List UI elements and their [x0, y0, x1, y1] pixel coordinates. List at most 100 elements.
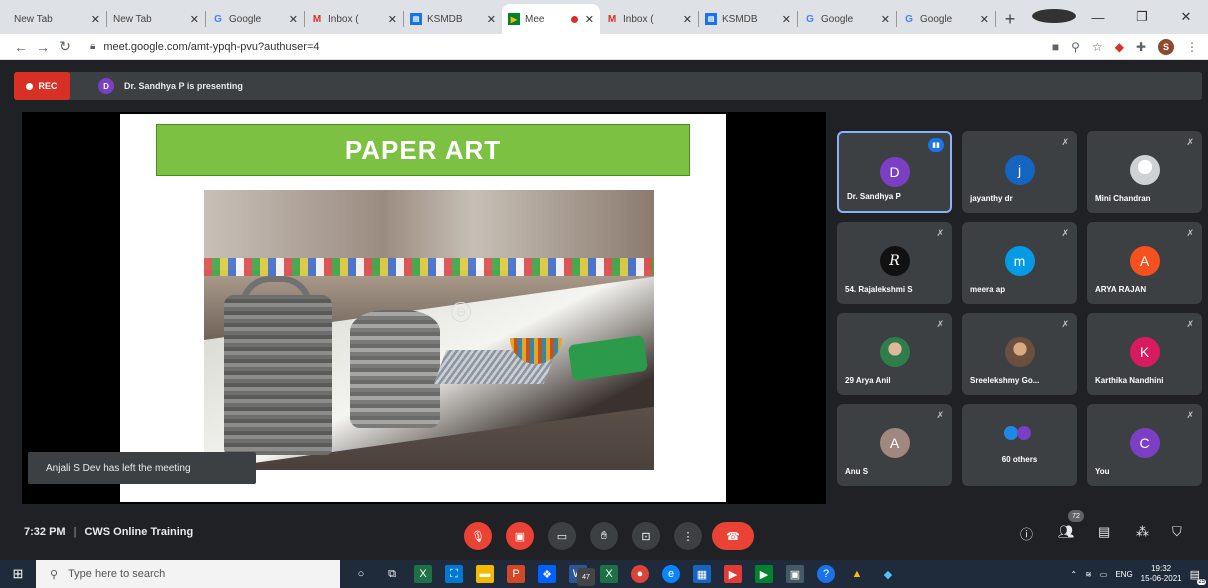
participant-tile[interactable]: ✗ R 54. Rajalekshmi S	[837, 222, 952, 304]
restore-icon[interactable]: ❐	[1120, 9, 1164, 25]
record-dot-icon	[26, 82, 34, 90]
close-icon[interactable]: ✕	[585, 13, 594, 26]
participant-tile[interactable]: ✗ A Anu S	[837, 404, 952, 486]
close-icon[interactable]: ✕	[91, 13, 100, 26]
camera-off-icon[interactable]: ▣	[506, 522, 534, 550]
powerpoint-icon[interactable]: P	[507, 565, 525, 583]
participant-tile[interactable]: ✗ Mini Chandran	[1087, 131, 1202, 213]
raise-hand-icon[interactable]: ✋︎	[590, 522, 618, 550]
forward-icon[interactable]: →	[32, 39, 54, 55]
dropbox-icon[interactable]: ❖	[538, 565, 556, 583]
more-options-icon[interactable]: ⋮	[674, 522, 702, 550]
participant-tile[interactable]: ✗ j jayanthy dr	[962, 131, 1077, 213]
chevron-up-icon[interactable]: ⌃	[1070, 570, 1077, 579]
mic-off-icon: ✗	[936, 319, 944, 329]
present-screen-icon[interactable]: ⊡	[632, 522, 660, 550]
clock-time: 19:32	[1151, 564, 1172, 573]
excel-icon[interactable]: X	[414, 565, 432, 583]
close-icon[interactable]: ✕	[881, 13, 890, 26]
browser-tab[interactable]: G Google ✕	[206, 4, 304, 34]
browser-tab[interactable]: G Google ✕	[798, 4, 896, 34]
participant-avatar: D	[879, 157, 910, 187]
battery-icon[interactable]: ▭	[1100, 570, 1108, 579]
browser-tab[interactable]: ▤ KSMDB ✕	[699, 4, 797, 34]
close-icon[interactable]: ✕	[388, 13, 397, 26]
excel-icon[interactable]: X	[600, 565, 618, 583]
close-icon[interactable]: ✕	[190, 13, 199, 26]
onenote-icon[interactable]: ▦	[693, 565, 711, 583]
notification-icon[interactable]: ▤ 25	[1190, 568, 1206, 585]
others-tile[interactable]: 60 others	[962, 404, 1077, 486]
edge-icon[interactable]: e	[662, 565, 680, 583]
store-icon[interactable]: ⛶	[445, 565, 463, 583]
close-icon[interactable]: ✕	[683, 13, 692, 26]
google-icon: G	[806, 13, 814, 25]
system-clock[interactable]: 19:32 15-06-2021	[1141, 564, 1182, 584]
profile-menu-icon[interactable]	[1032, 8, 1076, 26]
activities-icon[interactable]: ⁂	[1136, 524, 1149, 540]
word-icon[interactable]: W47	[569, 565, 595, 586]
browser-tab[interactable]: M Inbox (✕	[600, 4, 698, 34]
taskbar-badge: 47	[577, 568, 595, 586]
host-controls-icon[interactable]: ⛉	[1172, 524, 1182, 540]
reload-icon[interactable]: ↻	[54, 38, 76, 55]
browser-tab[interactable]: G Google ✕	[897, 4, 995, 34]
participant-tile[interactable]: ✗ m meera ap	[962, 222, 1077, 304]
youtube-icon[interactable]: ▶	[724, 565, 742, 583]
profile-avatar[interactable]: S	[1158, 38, 1174, 55]
taskbar-search[interactable]: ⚲ Type here to search	[36, 560, 340, 588]
chrome-icon[interactable]: ●	[631, 565, 649, 583]
star-icon[interactable]: ☆	[1092, 40, 1103, 54]
info-icon[interactable]: ⓘ	[1020, 524, 1033, 543]
back-icon[interactable]: ←	[10, 39, 32, 55]
browser-tab[interactable]: New Tab ✕	[8, 4, 106, 34]
minimize-icon[interactable]: —	[1076, 10, 1120, 25]
gmail-icon: M	[312, 13, 322, 25]
zoom-icon[interactable]: ⚲	[1071, 40, 1080, 54]
file-explorer-icon[interactable]: ▬	[476, 565, 494, 583]
people-icon[interactable]: 👥︎	[1058, 524, 1075, 540]
browser-tab[interactable]: New Tab ✕	[107, 4, 205, 34]
new-tab-button[interactable]: +	[996, 4, 1024, 34]
document-icon: ▤	[705, 13, 717, 25]
address-bar[interactable]: 🔒︎ meet.google.com/amt-ypqh-pvu?authuser…	[90, 41, 1044, 53]
close-window-icon[interactable]: ✕	[1164, 9, 1208, 25]
close-icon[interactable]: ✕	[487, 13, 496, 26]
photos-icon[interactable]: ▣	[786, 565, 804, 583]
language-indicator[interactable]: ENG	[1115, 570, 1132, 579]
windows-start-icon[interactable]: ⊞	[0, 560, 36, 588]
cortana-icon[interactable]: ○	[352, 565, 370, 583]
close-icon[interactable]: ✕	[782, 13, 791, 26]
captions-icon[interactable]: ▭	[548, 522, 576, 550]
menu-icon[interactable]: ⋮	[1186, 40, 1198, 54]
camera-icon[interactable]: ■	[1052, 40, 1059, 54]
presenting-banner: D Dr. Sandhya P is presenting	[98, 78, 243, 94]
self-tile[interactable]: ✗ C You	[1087, 404, 1202, 486]
task-view-icon[interactable]: ⧉	[383, 565, 401, 583]
browser-tab[interactable]: M Inbox (✕	[305, 4, 403, 34]
mic-off-icon[interactable]: 🎙︎	[464, 522, 492, 550]
mic-off-icon: ✗	[1186, 137, 1194, 147]
close-icon[interactable]: ✕	[980, 13, 989, 26]
app-icon[interactable]: ◆	[879, 565, 897, 583]
help-icon[interactable]: ?	[817, 565, 835, 583]
puzzle-icon[interactable]: ✚	[1136, 40, 1146, 54]
wifi-icon[interactable]: ≋	[1085, 570, 1092, 579]
browser-tab-active[interactable]: ▶ Mee ✕	[502, 4, 600, 34]
extension-icon[interactable]: ◆	[1115, 40, 1124, 54]
meet-icon[interactable]: ▶	[755, 565, 773, 583]
participant-tile[interactable]: ▮▮ D Dr. Sandhya P	[837, 131, 952, 213]
participant-tile[interactable]: ✗ A ARYA RAJAN	[1087, 222, 1202, 304]
vlc-icon[interactable]: ▲	[848, 565, 866, 583]
browser-tab[interactable]: ▤ KSMDB ✕	[404, 4, 502, 34]
participant-avatar: m	[1004, 246, 1035, 276]
leave-call-button[interactable]: ☎︎	[712, 522, 754, 550]
minimize-presentation-icon[interactable]: ⊖	[451, 302, 471, 322]
participant-tile[interactable]: ✗ Sreelekshmy Go...	[962, 313, 1077, 395]
participant-tile[interactable]: ✗ 29 Arya Anil	[837, 313, 952, 395]
participant-tile[interactable]: ✗ K Karthika Nandhini	[1087, 313, 1202, 395]
close-icon[interactable]: ✕	[289, 13, 298, 26]
meeting-time: 7:32 PM	[24, 526, 66, 538]
chat-icon[interactable]: ▤	[1098, 524, 1110, 540]
mic-off-icon: ✗	[1186, 319, 1194, 329]
